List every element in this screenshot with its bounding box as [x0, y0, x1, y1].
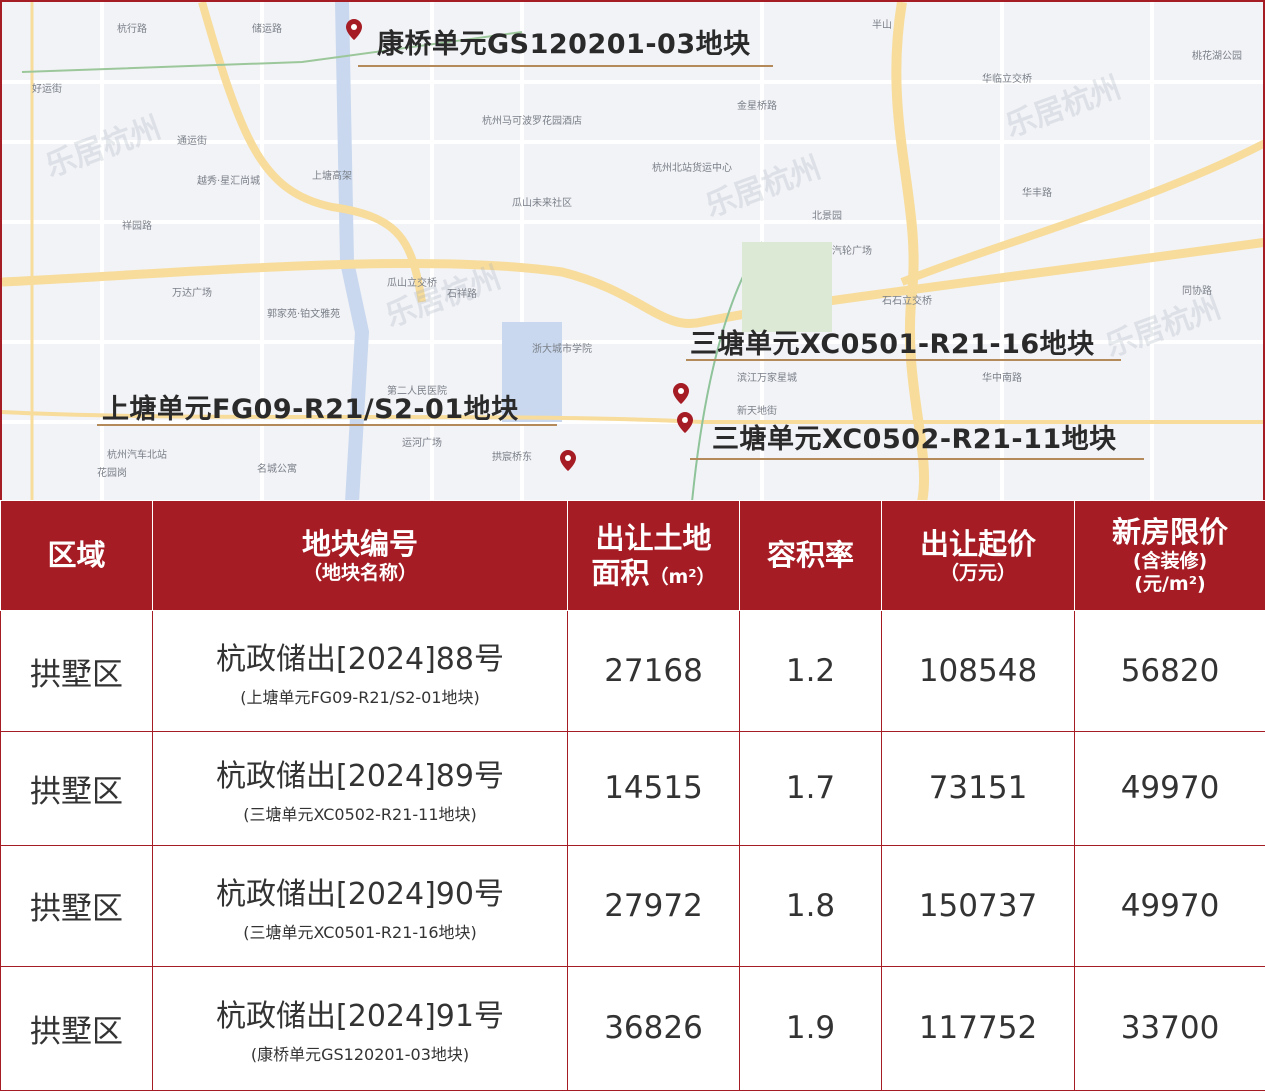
table-row: 拱墅区 杭政储出[2024]90号 (三塘单元XC0501-R21-16地块) 2…: [0, 844, 1265, 967]
header-price-limit: 新房限价 (含装修) (元/m²): [1074, 500, 1265, 611]
cell-parcel: 杭政储出[2024]89号 (三塘单元XC0502-R21-11地块): [152, 731, 568, 846]
map-place-label: 华中南路: [982, 373, 1022, 384]
map-place-label: 通运街: [177, 136, 207, 147]
map-place-label: 石祥路: [447, 289, 477, 300]
callout-line: [690, 458, 1144, 460]
cell-parcel: 杭政储出[2024]88号 (上塘单元FG09-R21/S2-01地块): [152, 610, 568, 732]
parcel-code: 杭政储出[2024]89号: [216, 759, 504, 795]
map-place-label: 杭州马可波罗花园酒店: [482, 116, 582, 127]
map-place-label: 新天地街: [737, 406, 777, 417]
header-far: 容积率: [739, 500, 882, 611]
cell-start-price: 108548: [881, 610, 1075, 732]
map-place-label: 汽轮广场: [832, 246, 872, 257]
map-place-label: 郭家苑·铂文雅苑: [267, 309, 341, 320]
header-area: 出让土地 面积（m²）: [567, 500, 740, 611]
table-row: 拱墅区 杭政储出[2024]89号 (三塘单元XC0502-R21-11地块) 1…: [0, 731, 1265, 846]
map-place-label: 杭州北站货运中心: [652, 163, 732, 174]
location-pin-icon[interactable]: [672, 383, 690, 407]
parcel-name: (三塘单元XC0501-R21-16地块): [243, 922, 477, 942]
map-place-label: 越秀·星汇尚城: [197, 176, 261, 187]
cell-area: 27168: [567, 610, 740, 732]
map-place-label: 万达广场: [172, 288, 212, 299]
cell-district: 拱墅区: [0, 610, 153, 732]
map-place-label: 运河广场: [402, 438, 442, 449]
parcel-code: 杭政储出[2024]91号: [216, 999, 504, 1035]
land-parcel-table: 区域 地块编号 （地块名称） 出让土地 面积（m²） 容积率 出让起价 （万元） 新房…: [0, 500, 1265, 1091]
map-place-label: 杭州汽车北站: [107, 450, 167, 461]
map-place-label: 名城公寓: [257, 464, 297, 475]
cell-far: 1.9: [739, 965, 882, 1091]
map-place-label: 桃花湖公园: [1192, 51, 1242, 62]
location-pin-icon[interactable]: [345, 19, 363, 43]
parcel-code: 杭政储出[2024]88号: [216, 642, 504, 677]
map-place-label: 花园岗: [97, 468, 127, 479]
map-place-label: 瓜山立交桥: [387, 278, 437, 289]
cell-price-limit: 56820: [1074, 610, 1265, 732]
map-place-label: 金星桥路: [737, 101, 777, 112]
cell-area: 36826: [567, 965, 740, 1091]
cell-far: 1.7: [739, 731, 882, 846]
map-place-label: 北景园: [812, 211, 842, 222]
parcel-code: 杭政储出[2024]90号: [216, 876, 504, 912]
cell-district: 拱墅区: [0, 965, 153, 1091]
location-pin-icon[interactable]: [676, 412, 694, 436]
map-place-label: 拱宸桥东: [492, 452, 532, 463]
header-parcel-code: 地块编号 （地块名称）: [152, 500, 568, 611]
callout-label: 康桥单元GS120201-03地块: [377, 29, 751, 60]
map-place-label: 半山: [872, 20, 892, 31]
table-row: 拱墅区 杭政储出[2024]91号 (康桥单元GS120201-03地块) 368…: [0, 965, 1265, 1091]
callout-line: [358, 65, 773, 67]
cell-area: 14515: [567, 731, 740, 846]
cell-district: 拱墅区: [0, 731, 153, 846]
cell-start-price: 150737: [881, 844, 1075, 967]
callout-label: 三塘单元XC0502-R21-11地块: [712, 424, 1117, 455]
location-pin-icon[interactable]: [559, 450, 577, 474]
cell-area: 27972: [567, 844, 740, 967]
table-row: 拱墅区 杭政储出[2024]88号 (上塘单元FG09-R21/S2-01地块) …: [0, 610, 1265, 732]
map-place-label: 杭行路: [117, 24, 147, 35]
map-place-label: 上塘高架: [312, 171, 352, 182]
callout-label: 三塘单元XC0501-R21-16地块: [690, 329, 1095, 360]
map-place-label: 祥园路: [122, 221, 152, 232]
parcel-name: (康桥单元GS120201-03地块): [250, 1045, 470, 1065]
cell-parcel: 杭政储出[2024]91号 (康桥单元GS120201-03地块): [152, 965, 568, 1091]
map-place-label: 华临立交桥: [982, 74, 1032, 85]
map-place-label: 储运路: [252, 24, 282, 35]
cell-far: 1.2: [739, 610, 882, 732]
cell-start-price: 73151: [881, 731, 1075, 846]
cell-price-limit: 33700: [1074, 965, 1265, 1091]
cell-far: 1.8: [739, 844, 882, 967]
map-place-label: 滨江万家星城: [737, 373, 797, 384]
table-header-row: 区域 地块编号 （地块名称） 出让土地 面积（m²） 容积率 出让起价 （万元） 新房…: [0, 500, 1265, 611]
callout-label: 上塘单元FG09-R21/S2-01地块: [102, 394, 519, 425]
map-place-label: 石石立交桥: [882, 296, 932, 307]
cell-parcel: 杭政储出[2024]90号 (三塘单元XC0501-R21-16地块): [152, 844, 568, 967]
map-place-label: 瓜山未来社区: [512, 198, 572, 209]
cell-start-price: 117752: [881, 965, 1075, 1091]
parcel-name: (三塘单元XC0502-R21-11地块): [243, 805, 477, 825]
map-place-label: 好运街: [32, 84, 62, 95]
map-place-label: 华丰路: [1022, 188, 1052, 199]
map[interactable]: 乐居杭州 乐居杭州 乐居杭州 乐居杭州 乐居杭州 杭行路 储运路 好运街 通运街 越秀·…: [0, 0, 1265, 500]
cell-district: 拱墅区: [0, 844, 153, 967]
parcel-name: (上塘单元FG09-R21/S2-01地块): [240, 688, 480, 707]
header-district: 区域: [0, 500, 153, 611]
cell-price-limit: 49970: [1074, 844, 1265, 967]
map-place-label: 同协路: [1182, 286, 1212, 297]
header-start-price: 出让起价 （万元）: [881, 500, 1075, 611]
map-place-label: 浙大城市学院: [532, 344, 592, 355]
cell-price-limit: 49970: [1074, 731, 1265, 846]
